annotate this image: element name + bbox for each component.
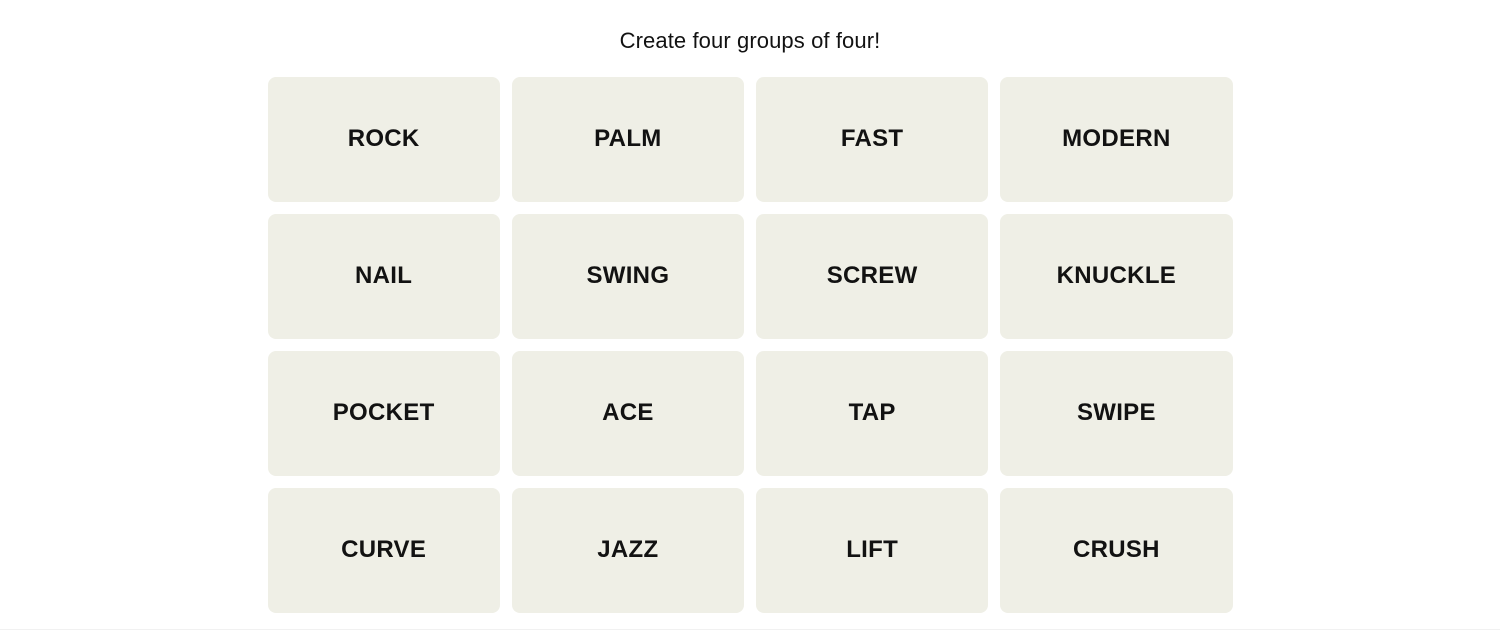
word-tile-fast[interactable]: FAST <box>756 77 989 202</box>
word-tile-label: KNUCKLE <box>1056 262 1177 290</box>
word-tile-label: CRUSH <box>1072 536 1160 564</box>
word-tile-label: TAP <box>848 399 896 427</box>
word-tile-label: CURVE <box>341 536 427 564</box>
word-tile-label: JAZZ <box>597 536 659 564</box>
instruction-text: Create four groups of four! <box>619 28 881 53</box>
word-grid: ROCK PALM FAST MODERN NAIL SWING SCREW K… <box>267 77 1233 613</box>
word-tile-jazz[interactable]: JAZZ <box>511 488 744 613</box>
word-tile-label: ROCK <box>347 125 420 153</box>
word-tile-swing[interactable]: SWING <box>511 214 744 339</box>
word-tile-pocket[interactable]: POCKET <box>267 351 500 476</box>
word-tile-rock[interactable]: ROCK <box>267 77 500 202</box>
word-tile-label: SCREW <box>826 262 918 290</box>
word-tile-label: FAST <box>840 125 904 153</box>
word-tile-label: PALM <box>594 125 662 153</box>
word-tile-knuckle[interactable]: KNUCKLE <box>1000 214 1233 339</box>
word-tile-modern[interactable]: MODERN <box>1000 77 1233 202</box>
word-tile-tap[interactable]: TAP <box>756 351 989 476</box>
connections-game-page: Create four groups of four! ROCK PALM FA… <box>0 0 1500 630</box>
word-tile-label: LIFT <box>846 536 899 564</box>
word-tile-label: NAIL <box>355 262 413 290</box>
word-tile-label: SWING <box>586 262 670 290</box>
word-tile-curve[interactable]: CURVE <box>267 488 500 613</box>
word-tile-swipe[interactable]: SWIPE <box>1000 351 1233 476</box>
word-tile-screw[interactable]: SCREW <box>756 214 989 339</box>
word-tile-ace[interactable]: ACE <box>511 351 744 476</box>
word-tile-label: POCKET <box>332 399 435 427</box>
word-tile-nail[interactable]: NAIL <box>267 214 500 339</box>
word-tile-crush[interactable]: CRUSH <box>1000 488 1233 613</box>
word-tile-palm[interactable]: PALM <box>511 77 744 202</box>
word-tile-label: SWIPE <box>1076 399 1156 427</box>
word-tile-label: MODERN <box>1062 125 1171 153</box>
word-tile-label: ACE <box>602 399 654 427</box>
word-tile-lift[interactable]: LIFT <box>756 488 989 613</box>
